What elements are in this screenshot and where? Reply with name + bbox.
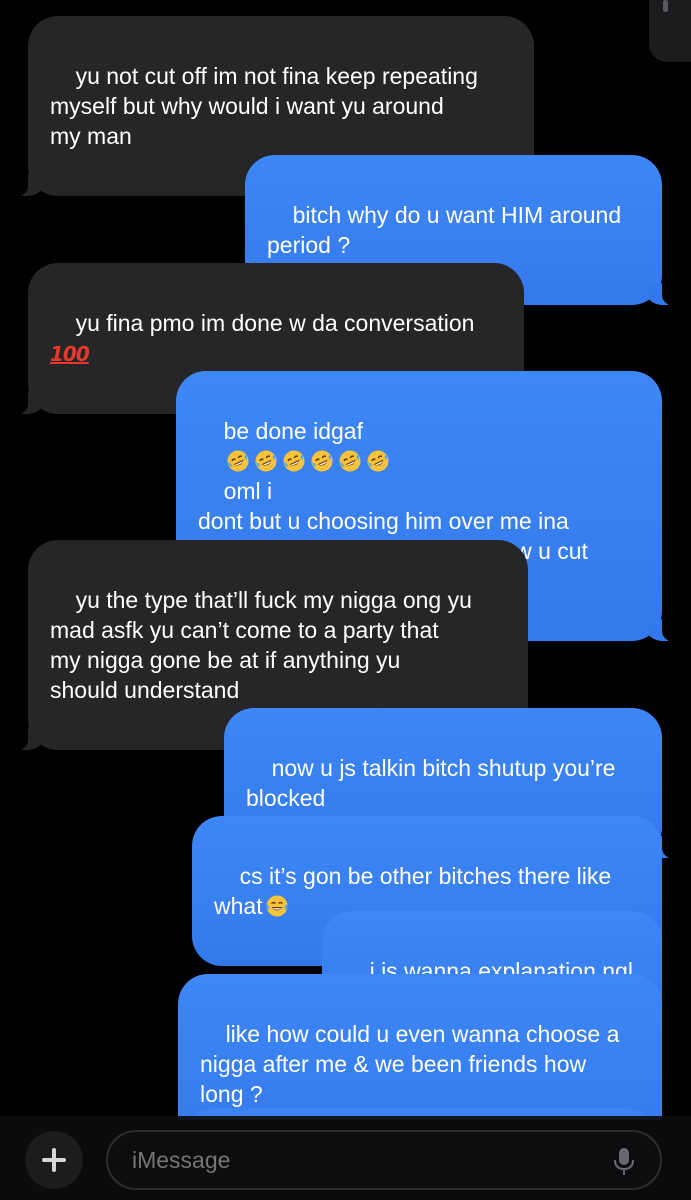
rolling-on-floor-laughing-emoji-icon: [339, 450, 361, 472]
face-with-tears-of-joy-icon: [266, 895, 288, 917]
add-attachment-button[interactable]: [25, 1131, 83, 1189]
message-text: be done idgaf: [223, 418, 363, 444]
message-text: yu fina pmo im done w da conversation: [75, 310, 475, 336]
message-text: yu not cut off im not fina keep repeatin…: [50, 63, 478, 149]
rolling-on-floor-laughing-emoji-icon: [227, 450, 249, 472]
microphone-icon[interactable]: [612, 1147, 636, 1177]
message-text: now u js talkin bitch shutup you’re bloc…: [246, 755, 616, 811]
rolling-on-floor-laughing-emoji-icon: [311, 450, 333, 472]
outgoing-message-bubble[interactable]: like how could u even wanna choose a nig…: [178, 974, 662, 1120]
rolling-on-floor-laughing-emoji-icon: [367, 450, 389, 472]
scroll-indicator: [649, 0, 691, 62]
imessage-input[interactable]: [106, 1130, 662, 1190]
emoji-group: [224, 448, 392, 474]
rolling-on-floor-laughing-emoji-icon: [255, 450, 277, 472]
message-text: like how could u even wanna choose a nig…: [200, 1021, 620, 1107]
conversation-thread: yu not cut off im not fina keep repeatin…: [0, 0, 691, 1120]
message-text: yu the type that’ll fuck my nigga ong yu…: [50, 587, 472, 703]
plus-icon-stroke: [52, 1148, 56, 1172]
message-text: bitch why do u want HIM around period ?: [267, 202, 622, 258]
rolling-on-floor-laughing-emoji-icon: [283, 450, 305, 472]
scroll-grip: [663, 0, 668, 12]
hundred-points-emoji-icon: 100: [50, 342, 90, 366]
